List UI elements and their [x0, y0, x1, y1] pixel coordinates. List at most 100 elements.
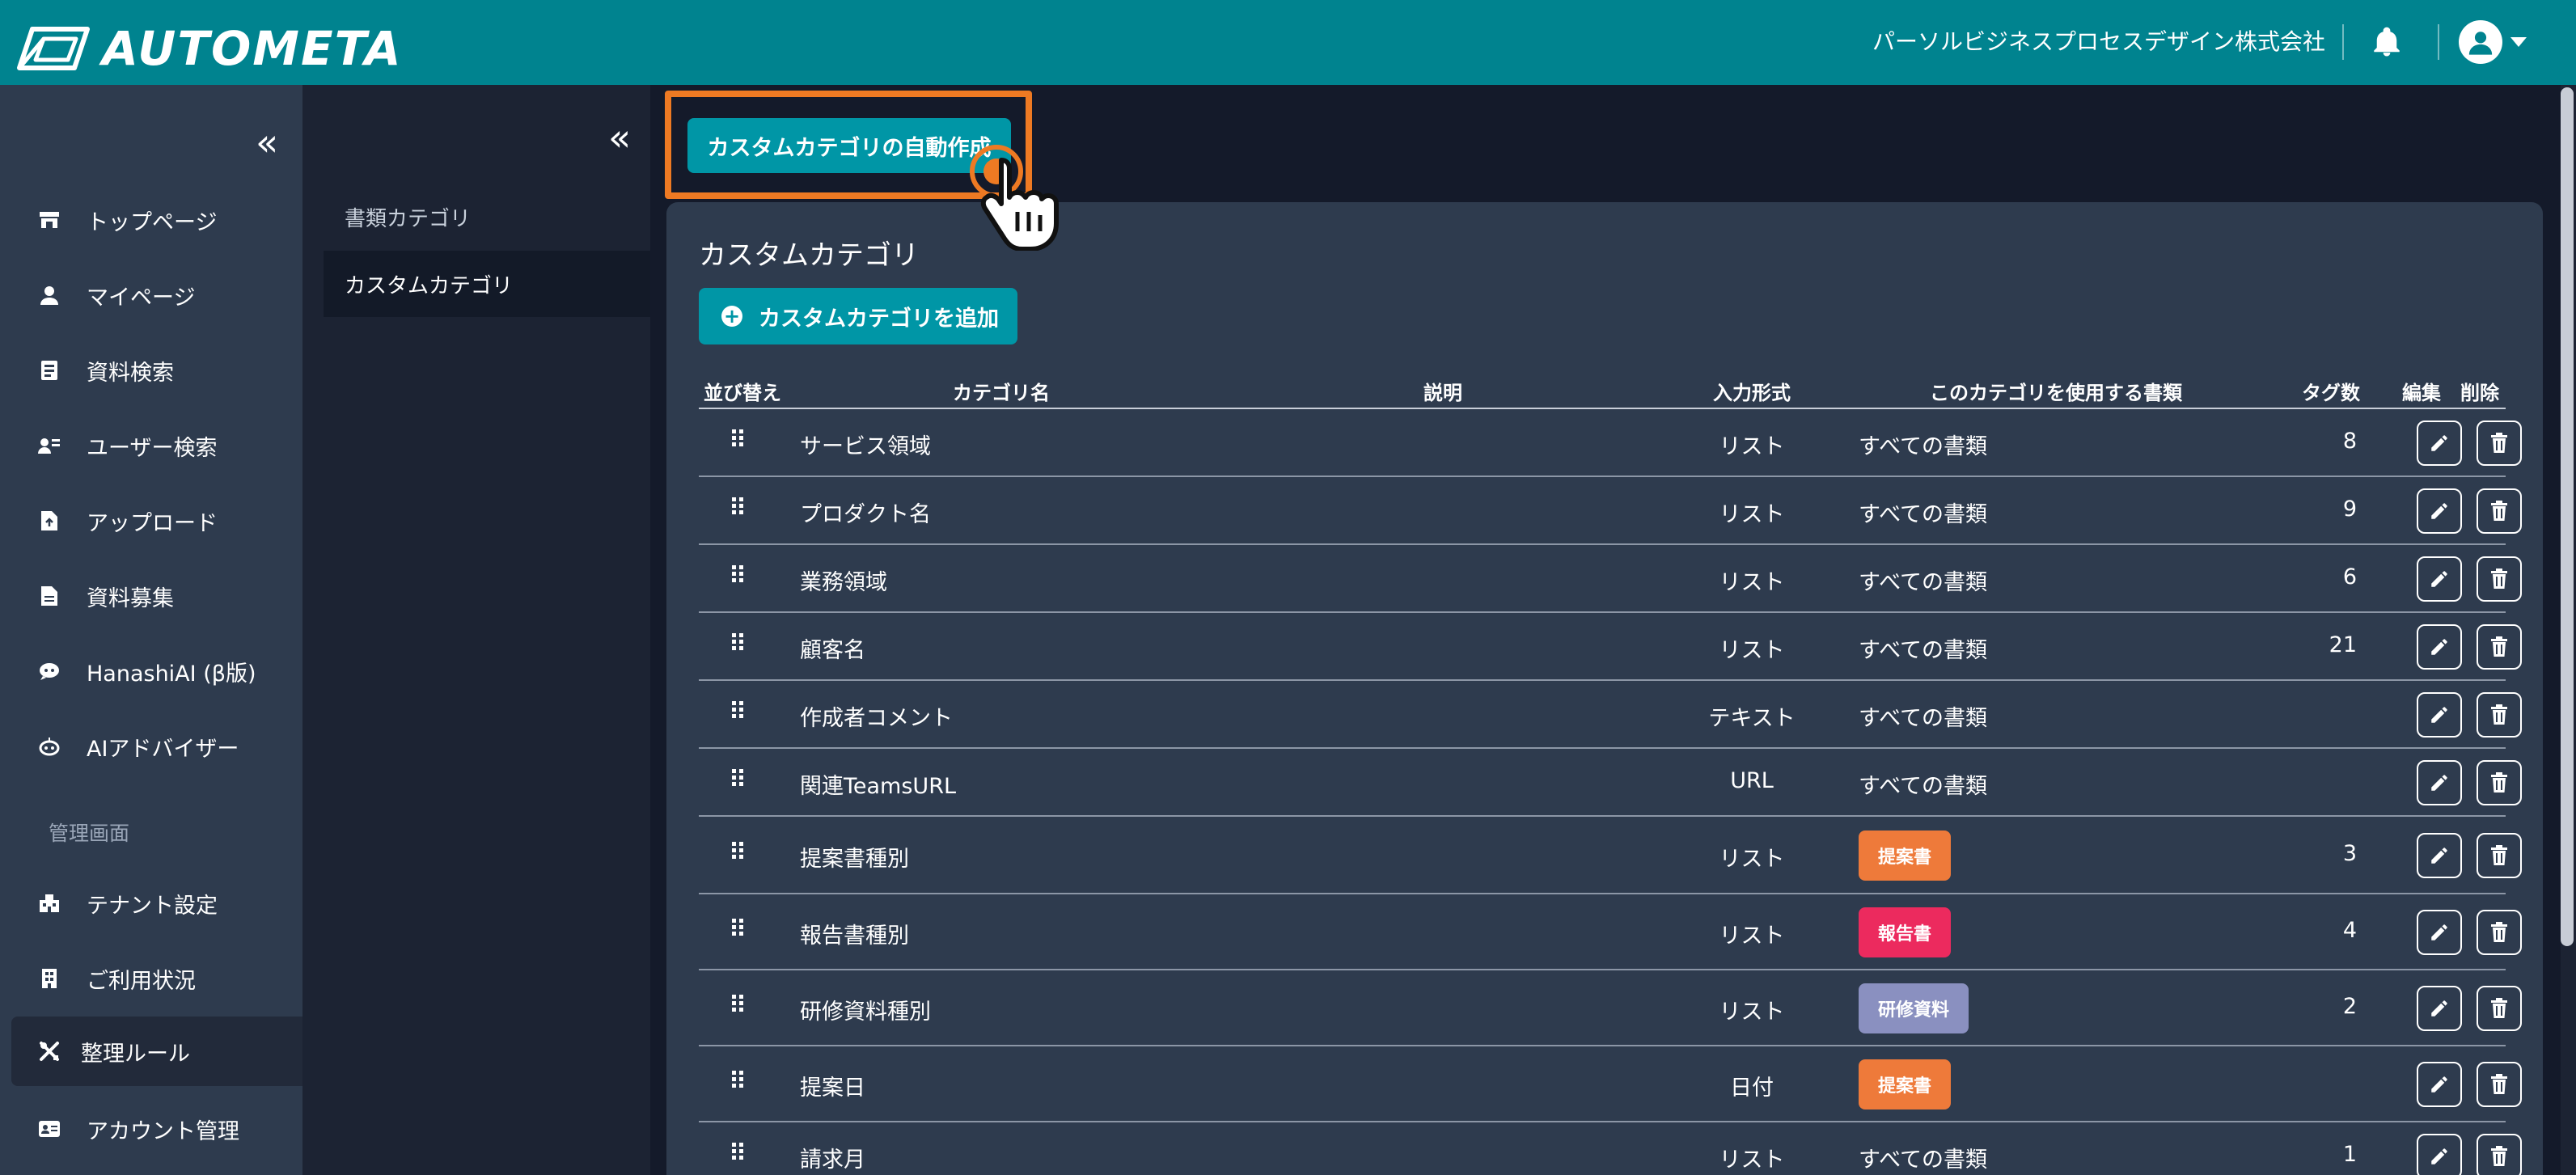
document-search-icon: [37, 358, 61, 383]
table-row: 請求月 リスト すべての書類 1: [699, 1122, 2522, 1175]
sidebar-item-document-search[interactable]: 資料検索: [0, 336, 302, 405]
admin-section-heading: 管理画面: [49, 822, 130, 845]
table-row: 関連TeamsURL URL すべての書類: [699, 749, 2522, 817]
sidebar-item-user-search[interactable]: ユーザー検索: [0, 411, 302, 480]
table-row: 研修資料種別 リスト 研修資料 2: [699, 970, 2522, 1046]
sidebar-item-label: ご利用状況: [87, 968, 196, 994]
usage-text: すべての書類: [1859, 1148, 1988, 1173]
delete-button[interactable]: [2477, 488, 2522, 534]
plus-circle-icon: +: [721, 306, 742, 327]
category-name: 研修資料種別: [800, 1000, 931, 1025]
sub-sidebar-item-document-category[interactable]: 書類カテゴリ: [345, 202, 471, 232]
id-card-icon: [37, 1117, 61, 1141]
collapse-icon[interactable]: «: [256, 124, 278, 161]
scrollbar-thumb[interactable]: [2561, 87, 2574, 946]
edit-button[interactable]: [2417, 760, 2462, 805]
trash-icon: [2491, 433, 2507, 453]
edit-button[interactable]: [2417, 421, 2462, 466]
sidebar-item-hanashi-ai[interactable]: HanashiAI (β版): [0, 636, 302, 706]
trash-icon: [2491, 568, 2507, 589]
edit-button[interactable]: [2417, 692, 2462, 738]
sidebar-item-tenant-settings[interactable]: テナント設定: [0, 869, 302, 938]
caret-down-icon: [2510, 37, 2527, 47]
delete-button[interactable]: [2477, 692, 2522, 738]
bell-icon[interactable]: [2370, 25, 2404, 59]
drag-handle-icon[interactable]: [731, 1142, 744, 1161]
edit-button[interactable]: [2417, 624, 2462, 670]
sidebar-item-label: テナント設定: [87, 893, 218, 919]
category-name: プロダクト名: [800, 502, 931, 527]
robot-icon: [37, 734, 61, 759]
category-name: 業務領域: [800, 570, 887, 595]
drag-handle-icon[interactable]: [731, 994, 744, 1013]
sub-sidebar-item-custom-category[interactable]: カスタムカテゴリ: [324, 251, 650, 317]
sidebar-item-label: HanashiAI (β版): [87, 661, 256, 687]
sidebar-item-my-page[interactable]: マイページ: [0, 260, 302, 330]
sub-sidebar: « 書類カテゴリ カスタムカテゴリ: [302, 85, 650, 1175]
table-row: プロダクト名 リスト すべての書類 9: [699, 477, 2522, 545]
edit-button[interactable]: [2417, 1134, 2462, 1175]
sidebar-item-organize-rules[interactable]: 整理ルール: [11, 1017, 302, 1086]
sidebar-item-account-management[interactable]: アカウント管理: [0, 1094, 302, 1164]
sidebar-item-label: アカウント管理: [87, 1118, 239, 1144]
drag-handle-icon[interactable]: [731, 841, 744, 860]
category-name: 関連TeamsURL: [800, 774, 956, 799]
sidebar-item-label: マイページ: [87, 285, 196, 311]
sidebar-item-upload[interactable]: アップロード: [0, 486, 302, 556]
edit-button[interactable]: [2417, 556, 2462, 602]
delete-button[interactable]: [2477, 1134, 2522, 1175]
document-type-badge: 報告書: [1859, 907, 1952, 957]
sidebar-item-ai-advisor[interactable]: AIアドバイザー: [0, 712, 302, 781]
drag-handle-icon[interactable]: [731, 497, 744, 516]
hand-pointer-icon: [980, 158, 1059, 251]
app-header: AUTOMETA パーソルビジネスプロセスデザイン株式会社: [0, 0, 2576, 85]
trash-icon: [2491, 704, 2507, 725]
edit-button[interactable]: [2417, 910, 2462, 955]
delete-button[interactable]: [2477, 624, 2522, 670]
tenant-icon: [37, 891, 61, 915]
person-icon: [37, 283, 61, 307]
edit-button[interactable]: [2417, 986, 2462, 1031]
edit-button[interactable]: [2417, 488, 2462, 534]
pencil-icon: [2431, 503, 2447, 519]
sidebar-item-usage[interactable]: ご利用状況: [0, 944, 302, 1013]
logo[interactable]: AUTOMETA: [16, 21, 403, 76]
category-name: 提案書種別: [800, 847, 909, 872]
table-row: 作成者コメント テキスト すべての書類: [699, 681, 2522, 749]
collapse-icon[interactable]: «: [608, 119, 631, 156]
avatar[interactable]: [2459, 20, 2502, 64]
input-type: リスト: [1719, 502, 1785, 527]
delete-button[interactable]: [2477, 910, 2522, 955]
tag-count: 21: [2329, 632, 2357, 657]
edit-button[interactable]: [2417, 1062, 2462, 1107]
drag-handle-icon[interactable]: [731, 1070, 744, 1089]
sidebar-item-top-page[interactable]: トップページ: [0, 185, 302, 255]
drag-handle-icon[interactable]: [731, 700, 744, 720]
file-upload-icon: [37, 509, 61, 533]
delete-button[interactable]: [2477, 421, 2522, 466]
drag-handle-icon[interactable]: [731, 429, 744, 448]
drag-handle-icon[interactable]: [731, 564, 744, 584]
drag-handle-icon[interactable]: [731, 768, 744, 788]
sub-sidebar-item-label: カスタムカテゴリ: [345, 273, 514, 298]
delete-button[interactable]: [2477, 760, 2522, 805]
column-input-type: 入力形式: [1713, 382, 1791, 404]
delete-button[interactable]: [2477, 986, 2522, 1031]
account-menu[interactable]: [2459, 20, 2527, 64]
tag-count: 8: [2342, 429, 2357, 454]
autometa-logo-icon: [17, 27, 90, 70]
document-type-badge: 提案書: [1859, 1059, 1952, 1109]
input-type: リスト: [1719, 1148, 1785, 1173]
auto-create-custom-category-button[interactable]: カスタムカテゴリの自動作成: [687, 118, 1011, 173]
add-custom-category-button[interactable]: + カスタムカテゴリを追加: [699, 288, 1017, 344]
drag-handle-icon[interactable]: [731, 918, 744, 937]
input-type: リスト: [1719, 434, 1785, 459]
table-header: 並び替え カテゴリ名 説明 入力形式 このカテゴリを使用する書類 タグ数 編集 …: [699, 372, 2506, 409]
delete-button[interactable]: [2477, 1062, 2522, 1107]
delete-button[interactable]: [2477, 556, 2522, 602]
delete-button[interactable]: [2477, 833, 2522, 878]
table-row: 顧客名 リスト すべての書類 21: [699, 613, 2522, 681]
edit-button[interactable]: [2417, 833, 2462, 878]
drag-handle-icon[interactable]: [731, 632, 744, 652]
sidebar-item-document-recruit[interactable]: 資料募集: [0, 561, 302, 631]
